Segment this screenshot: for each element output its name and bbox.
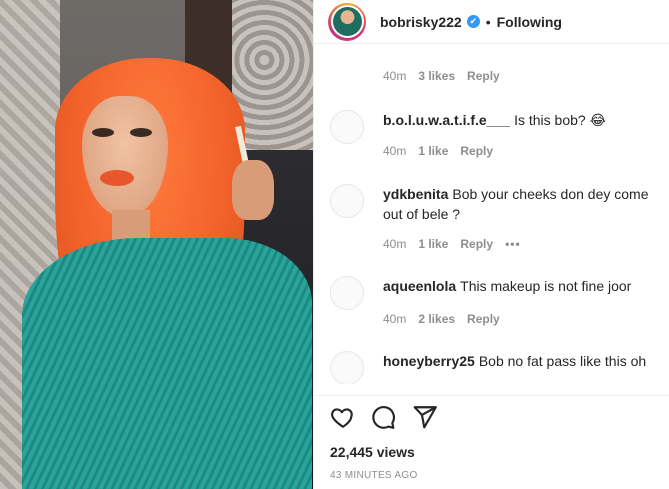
comment-time: 40m [383, 237, 407, 251]
reply-button[interactable]: Reply [460, 237, 493, 251]
post-header: bobrisky222 ✔ • Following [314, 0, 669, 44]
comment-meta: 40m 3 likes Reply [383, 69, 500, 83]
comment-username[interactable]: ydkbenita [383, 186, 448, 202]
post-actions [314, 395, 669, 435]
reply-button[interactable]: Reply [467, 69, 500, 83]
avatar-image [332, 7, 362, 36]
comment-text: Bob no fat pass like this oh [478, 353, 647, 369]
reply-button[interactable]: Reply [467, 312, 500, 326]
comment-likes[interactable]: 2 likes [418, 312, 455, 326]
comment-avatar[interactable] [330, 276, 364, 310]
comment-item: aqueenlola This makeup is not fine joor [330, 276, 669, 310]
comment-likes[interactable]: 1 like [418, 144, 448, 158]
comment-likes[interactable]: 3 likes [418, 69, 455, 83]
profile-avatar[interactable] [328, 2, 366, 41]
comment-avatar[interactable] [330, 110, 364, 144]
share-icon[interactable] [412, 404, 438, 430]
comment-likes[interactable]: 1 like [418, 237, 448, 251]
comment-username[interactable]: aqueenlola [383, 278, 456, 294]
comment-item: b.o.l.u.w.a.t.i.f.e___ Is this bob? 😂 [330, 110, 669, 144]
post-photo[interactable] [0, 0, 313, 489]
post-sidebar: bobrisky222 ✔ • Following 40m 3 likes Re… [313, 0, 669, 489]
comment-item: honeyberry25 Bob no fat pass like this oh [330, 351, 669, 384]
comment-username[interactable]: b.o.l.u.w.a.t.i.f.e___ [383, 112, 510, 128]
comment-avatar[interactable] [330, 351, 364, 384]
separator-dot: • [485, 13, 491, 30]
comment-meta: 40m 1 like Reply ••• [383, 237, 521, 251]
reply-button[interactable]: Reply [460, 144, 493, 158]
comments-list[interactable]: 40m 3 likes Reply b.o.l.u.w.a.t.i.f.e___… [314, 44, 669, 384]
verified-badge-icon: ✔ [466, 15, 480, 28]
hand [232, 160, 274, 220]
comment-text: Is this bob? 😂 [514, 112, 606, 128]
comment-meta: 40m 1 like Reply [383, 144, 493, 158]
lips [100, 170, 134, 186]
post-timestamp[interactable]: 43 MINUTES AGO [330, 470, 418, 481]
left-eye [92, 128, 114, 137]
comment-time: 40m [383, 69, 407, 83]
dress [22, 238, 312, 489]
comment-icon[interactable] [370, 404, 396, 430]
comment-time: 40m [383, 312, 407, 326]
right-eye [130, 128, 152, 137]
profile-username[interactable]: bobrisky222 [380, 14, 462, 30]
following-button[interactable]: Following [497, 14, 562, 30]
view-count[interactable]: 22,445 views [330, 444, 415, 460]
comment-item: ydkbenita Bob your cheeks don dey come ou… [330, 184, 669, 224]
comment-time: 40m [383, 144, 407, 158]
comment-text: This makeup is not fine joor [460, 278, 632, 294]
heart-icon[interactable] [330, 404, 356, 430]
comment-meta: 40m 2 likes Reply [383, 312, 500, 326]
more-options-button[interactable]: ••• [505, 237, 521, 251]
comment-username[interactable]: honeyberry25 [383, 353, 475, 369]
comment-avatar[interactable] [330, 184, 364, 218]
